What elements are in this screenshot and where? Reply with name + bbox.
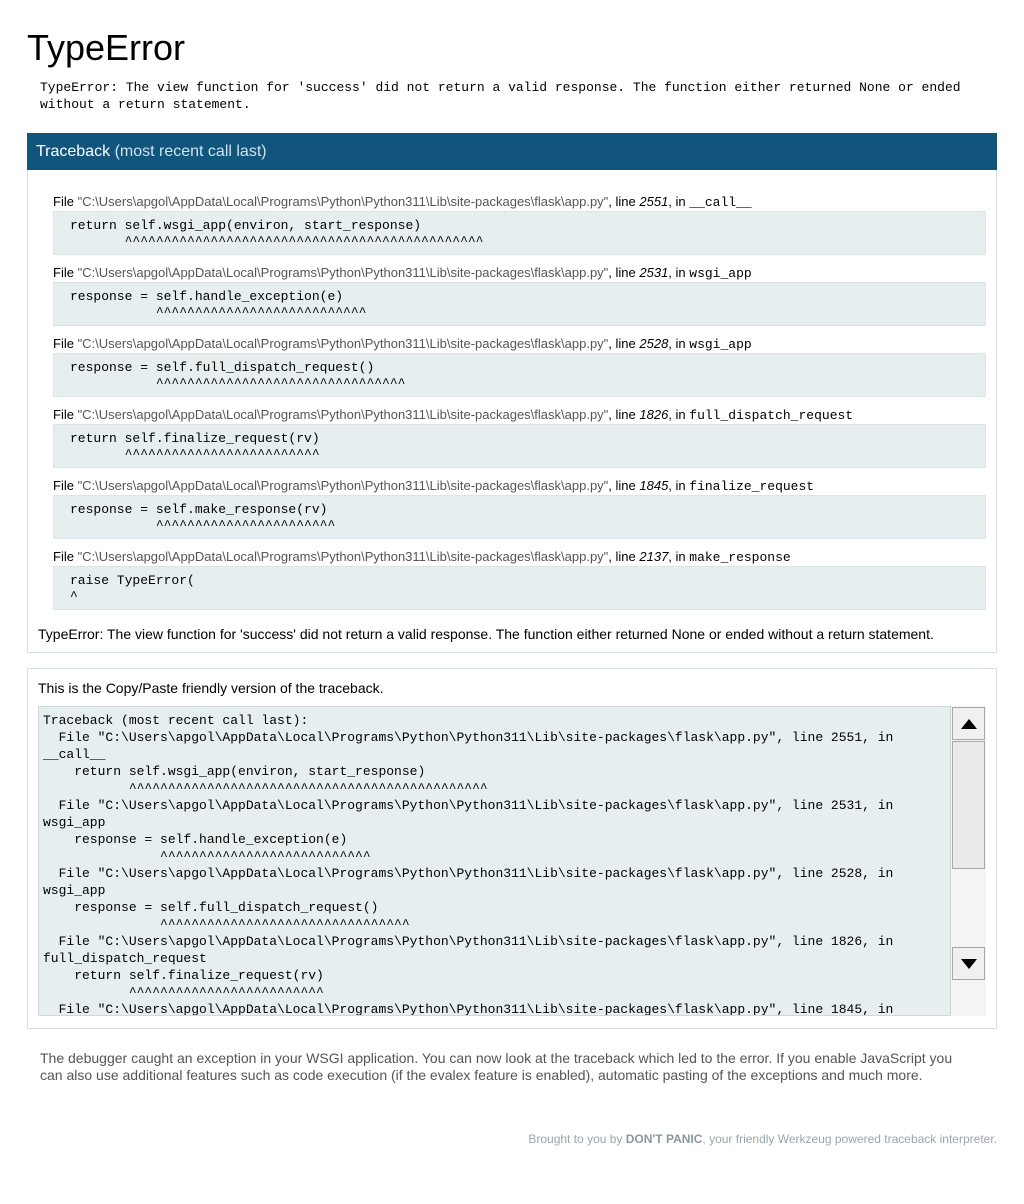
- frame-header: File "C:\Users\apgol\AppData\Local\Progr…: [53, 407, 853, 424]
- frame-header: File "C:\Users\apgol\AppData\Local\Progr…: [53, 549, 791, 566]
- scroll-up-button[interactable]: [952, 707, 985, 740]
- frame-filename: "C:\Users\apgol\AppData\Local\Programs\P…: [77, 336, 609, 351]
- debugger-explanation: The debugger caught an exception in your…: [40, 1050, 953, 1083]
- frame-function: wsgi_app: [689, 266, 752, 281]
- frame-lineno: 2551: [639, 194, 669, 209]
- frame-lineno: 2528: [639, 336, 669, 351]
- line-word: , line: [608, 549, 640, 564]
- line-word: , line: [608, 336, 640, 351]
- frame-code[interactable]: raise TypeError( ^: [53, 566, 986, 610]
- file-prefix: File: [53, 265, 78, 280]
- frame-code[interactable]: response = self.make_response(rv) ^^^^^^…: [53, 495, 986, 539]
- frame-lineno: 1826: [639, 407, 669, 422]
- in-word: , in: [668, 478, 690, 493]
- frame-lineno: 2531: [639, 265, 669, 280]
- file-prefix: File: [53, 336, 78, 351]
- frame-function: wsgi_app: [689, 337, 752, 352]
- in-word: , in: [668, 194, 690, 209]
- line-word: , line: [608, 265, 640, 280]
- error-message: TypeError: The view function for 'succes…: [40, 80, 969, 112]
- file-prefix: File: [53, 407, 78, 422]
- frame-filename: "C:\Users\apgol\AppData\Local\Programs\P…: [77, 265, 609, 280]
- frame-filename: "C:\Users\apgol\AppData\Local\Programs\P…: [77, 194, 609, 209]
- frame-code[interactable]: return self.wsgi_app(environ, start_resp…: [53, 211, 986, 255]
- frame-lineno: 1845: [639, 478, 669, 493]
- frame-filename: "C:\Users\apgol\AppData\Local\Programs\P…: [77, 478, 609, 493]
- triangle-down-icon: [960, 958, 977, 969]
- scroll-down-button[interactable]: [952, 947, 985, 980]
- footer-suffix: , your friendly Werkzeug powered traceba…: [702, 1132, 997, 1146]
- in-word: , in: [668, 549, 690, 564]
- scrollbar-thumb[interactable]: [952, 741, 985, 869]
- traceback-header: Traceback (most recent call last): [27, 133, 997, 170]
- frame-lineno: 2137: [639, 549, 669, 564]
- frame-header: File "C:\Users\apgol\AppData\Local\Progr…: [53, 336, 752, 353]
- copy-paste-text[interactable]: Traceback (most recent call last): File …: [43, 712, 949, 1015]
- page-title: TypeError: [27, 27, 186, 68]
- file-prefix: File: [53, 478, 78, 493]
- in-word: , in: [668, 336, 690, 351]
- frame-function: finalize_request: [689, 479, 815, 494]
- frame-code[interactable]: return self.finalize_request(rv) ^^^^^^^…: [53, 424, 986, 468]
- copy-paste-textarea[interactable]: Traceback (most recent call last): File …: [38, 706, 986, 1016]
- footer-prefix: Brought to you by: [528, 1132, 626, 1146]
- exception-summary: TypeError: The view function for 'succes…: [38, 626, 934, 642]
- frame-function: __call__: [689, 195, 752, 210]
- frame-function: make_response: [689, 550, 791, 565]
- in-word: , in: [668, 265, 690, 280]
- traceback-subtitle: (most recent call last): [114, 143, 267, 160]
- file-prefix: File: [53, 194, 78, 209]
- traceback-title: Traceback: [36, 143, 111, 160]
- file-prefix: File: [53, 549, 78, 564]
- line-word: , line: [608, 407, 640, 422]
- in-word: , in: [668, 407, 690, 422]
- frame-header: File "C:\Users\apgol\AppData\Local\Progr…: [53, 478, 814, 495]
- footer-brand: DON'T PANIC: [625, 1132, 703, 1146]
- frame-header: File "C:\Users\apgol\AppData\Local\Progr…: [53, 194, 752, 211]
- frame-function: full_dispatch_request: [689, 408, 854, 423]
- line-word: , line: [608, 478, 640, 493]
- frame-header: File "C:\Users\apgol\AppData\Local\Progr…: [53, 265, 752, 282]
- copy-paste-intro: This is the Copy/Paste friendly version …: [38, 680, 384, 696]
- frame-filename: "C:\Users\apgol\AppData\Local\Programs\P…: [77, 549, 609, 564]
- footer: Brought to you by DON'T PANIC, your frie…: [528, 1131, 997, 1147]
- frame-code[interactable]: response = self.handle_exception(e) ^^^^…: [53, 282, 986, 326]
- triangle-up-icon: [960, 718, 977, 729]
- copy-paste-scrollbar[interactable]: [950, 706, 986, 1016]
- line-word: , line: [608, 194, 640, 209]
- frame-filename: "C:\Users\apgol\AppData\Local\Programs\P…: [77, 407, 609, 422]
- frame-code[interactable]: response = self.full_dispatch_request() …: [53, 353, 986, 397]
